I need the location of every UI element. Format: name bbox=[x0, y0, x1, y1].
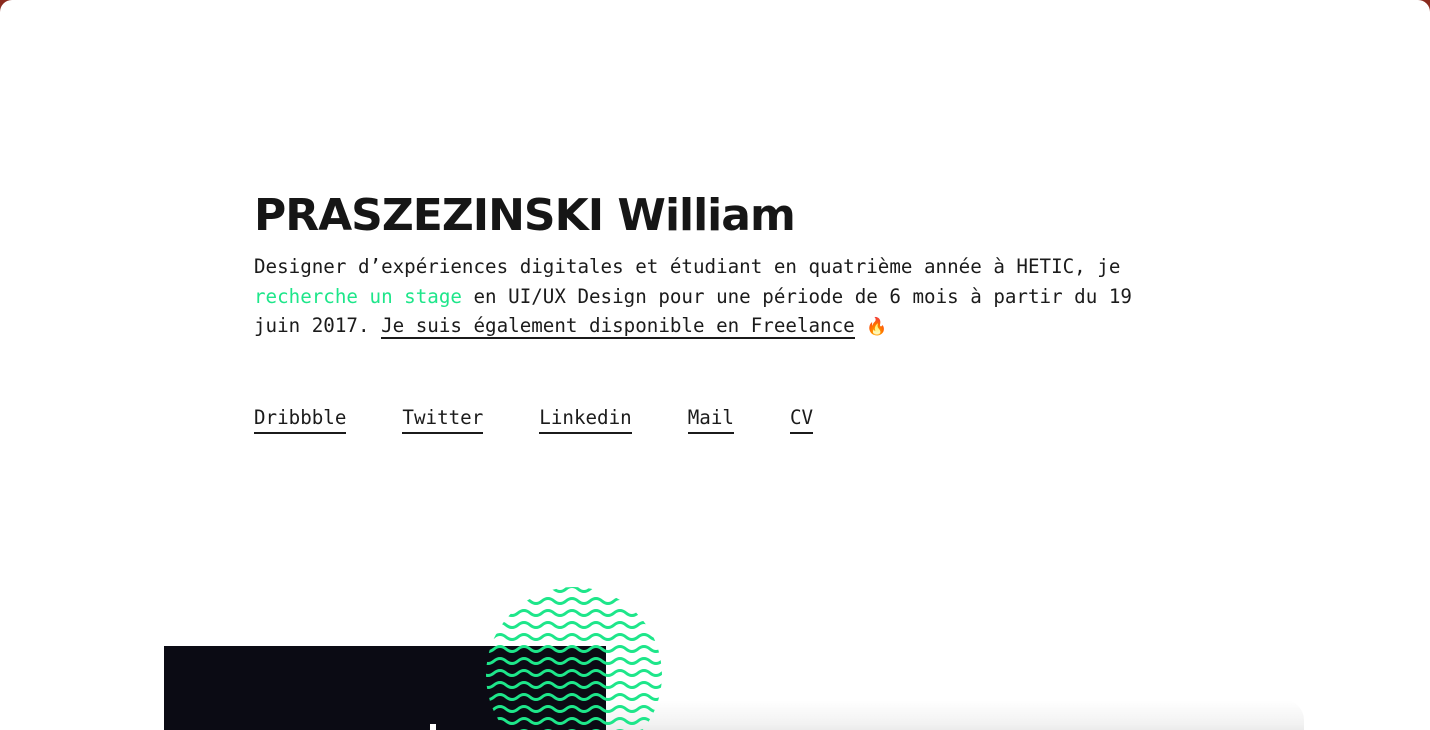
twitter-link[interactable]: Twitter bbox=[402, 405, 484, 434]
browser-viewport: PRASZEZINSKI William Designer d’expérien… bbox=[0, 0, 1430, 730]
wave-circle-graphic bbox=[486, 587, 662, 730]
wave-line bbox=[486, 717, 662, 725]
social-links: Dribbble Twitter Linkedin Mail CV bbox=[254, 405, 814, 434]
freelance-link[interactable]: Je suis également disponible en Freelanc… bbox=[381, 314, 855, 340]
internship-link[interactable]: recherche un stage bbox=[254, 285, 462, 308]
mail-link[interactable]: Mail bbox=[687, 405, 734, 434]
wave-line bbox=[486, 693, 662, 701]
project-card-mark bbox=[430, 724, 436, 730]
wave-line bbox=[486, 657, 662, 665]
intro-paragraph: Designer d’expériences digitales et étud… bbox=[254, 252, 1169, 343]
cv-link[interactable]: CV bbox=[789, 405, 814, 434]
wave-line bbox=[486, 587, 662, 593]
wave-line bbox=[486, 597, 662, 605]
intro-text-part-1: Designer d’expériences digitales et étud… bbox=[254, 255, 1121, 278]
wave-line bbox=[486, 633, 662, 641]
wave-line bbox=[486, 681, 662, 689]
wave-line bbox=[486, 645, 662, 653]
dribbble-link[interactable]: Dribbble bbox=[254, 405, 347, 434]
wave-line bbox=[486, 669, 662, 677]
hero-section: PRASZEZINSKI William Designer d’expérien… bbox=[254, 188, 1174, 343]
page-title: PRASZEZINSKI William bbox=[254, 190, 796, 241]
fire-icon: 🔥 bbox=[866, 317, 888, 338]
wave-line bbox=[486, 609, 662, 617]
wave-line bbox=[486, 621, 662, 629]
linkedin-link[interactable]: Linkedin bbox=[539, 405, 632, 434]
wave-line bbox=[486, 705, 662, 713]
